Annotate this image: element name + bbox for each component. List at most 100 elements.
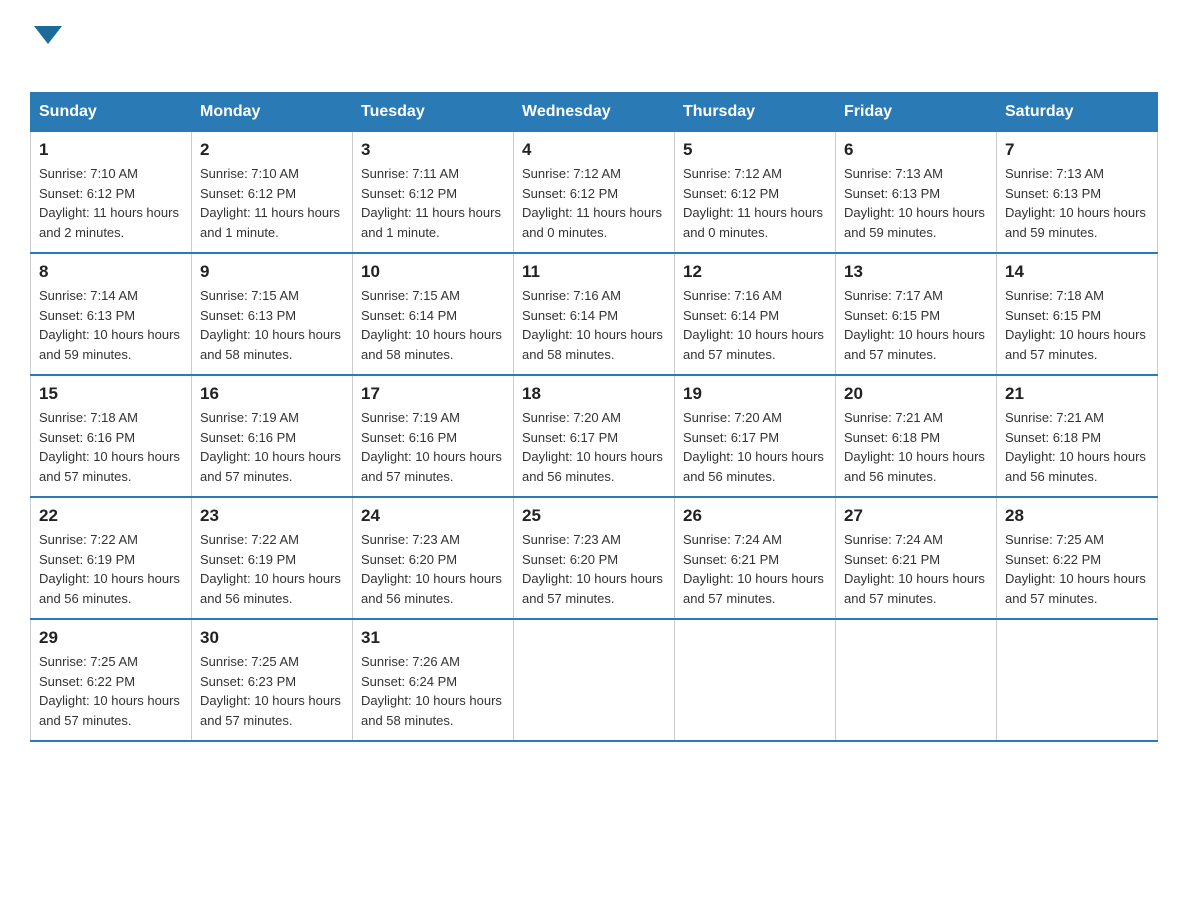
day-number: 23 — [200, 506, 344, 526]
daylight-minutes: and 0 minutes. — [522, 223, 666, 243]
day-number: 22 — [39, 506, 183, 526]
day-number: 24 — [361, 506, 505, 526]
calendar-cell: 3Sunrise: 7:11 AMSunset: 6:12 PMDaylight… — [353, 132, 514, 254]
day-number: 8 — [39, 262, 183, 282]
daylight-hours: Daylight: 10 hours hours — [200, 691, 344, 711]
daylight-hours: Daylight: 10 hours hours — [361, 447, 505, 467]
day-info: Sunrise: 7:22 AMSunset: 6:19 PMDaylight:… — [200, 530, 344, 608]
calendar-cell: 13Sunrise: 7:17 AMSunset: 6:15 PMDayligh… — [836, 253, 997, 375]
calendar-cell: 24Sunrise: 7:23 AMSunset: 6:20 PMDayligh… — [353, 497, 514, 619]
daylight-minutes: and 57 minutes. — [844, 589, 988, 609]
daylight-hours: Daylight: 10 hours hours — [200, 569, 344, 589]
sunrise-time: Sunrise: 7:22 AM — [39, 530, 183, 550]
sunrise-time: Sunrise: 7:20 AM — [683, 408, 827, 428]
daylight-hours: Daylight: 10 hours hours — [200, 447, 344, 467]
day-number: 5 — [683, 140, 827, 160]
sunrise-time: Sunrise: 7:15 AM — [200, 286, 344, 306]
calendar-cell: 28Sunrise: 7:25 AMSunset: 6:22 PMDayligh… — [997, 497, 1158, 619]
daylight-minutes: and 2 minutes. — [39, 223, 183, 243]
calendar-cell: 18Sunrise: 7:20 AMSunset: 6:17 PMDayligh… — [514, 375, 675, 497]
sunrise-time: Sunrise: 7:24 AM — [844, 530, 988, 550]
daylight-minutes: and 57 minutes. — [200, 711, 344, 731]
sunrise-time: Sunrise: 7:24 AM — [683, 530, 827, 550]
day-number: 13 — [844, 262, 988, 282]
day-info: Sunrise: 7:25 AMSunset: 6:23 PMDaylight:… — [200, 652, 344, 730]
day-number: 7 — [1005, 140, 1149, 160]
calendar-cell: 4Sunrise: 7:12 AMSunset: 6:12 PMDaylight… — [514, 132, 675, 254]
calendar-cell: 1Sunrise: 7:10 AMSunset: 6:12 PMDaylight… — [31, 132, 192, 254]
calendar-cell — [997, 619, 1158, 741]
sunrise-time: Sunrise: 7:15 AM — [361, 286, 505, 306]
daylight-hours: Daylight: 10 hours hours — [844, 569, 988, 589]
page-header: General — [30, 20, 1158, 72]
calendar-cell: 12Sunrise: 7:16 AMSunset: 6:14 PMDayligh… — [675, 253, 836, 375]
daylight-hours: Daylight: 10 hours hours — [522, 447, 666, 467]
sunrise-time: Sunrise: 7:16 AM — [522, 286, 666, 306]
daylight-hours: Daylight: 10 hours hours — [39, 569, 183, 589]
day-number: 2 — [200, 140, 344, 160]
day-number: 18 — [522, 384, 666, 404]
sunrise-time: Sunrise: 7:10 AM — [200, 164, 344, 184]
daylight-hours: Daylight: 10 hours hours — [844, 447, 988, 467]
day-number: 4 — [522, 140, 666, 160]
sunset-time: Sunset: 6:13 PM — [1005, 184, 1149, 204]
daylight-minutes: and 0 minutes. — [683, 223, 827, 243]
calendar-cell: 22Sunrise: 7:22 AMSunset: 6:19 PMDayligh… — [31, 497, 192, 619]
daylight-minutes: and 57 minutes. — [683, 345, 827, 365]
daylight-hours: Daylight: 10 hours hours — [1005, 569, 1149, 589]
day-info: Sunrise: 7:13 AMSunset: 6:13 PMDaylight:… — [1005, 164, 1149, 242]
daylight-hours: Daylight: 10 hours hours — [683, 447, 827, 467]
sunrise-time: Sunrise: 7:21 AM — [844, 408, 988, 428]
day-number: 6 — [844, 140, 988, 160]
daylight-minutes: and 56 minutes. — [683, 467, 827, 487]
sunrise-time: Sunrise: 7:26 AM — [361, 652, 505, 672]
daylight-hours: Daylight: 10 hours hours — [39, 447, 183, 467]
sunrise-time: Sunrise: 7:25 AM — [200, 652, 344, 672]
sunrise-time: Sunrise: 7:19 AM — [200, 408, 344, 428]
daylight-hours: Daylight: 11 hours hours — [39, 203, 183, 223]
calendar-cell: 8Sunrise: 7:14 AMSunset: 6:13 PMDaylight… — [31, 253, 192, 375]
daylight-minutes: and 57 minutes. — [39, 467, 183, 487]
daylight-hours: Daylight: 10 hours hours — [1005, 203, 1149, 223]
sunset-time: Sunset: 6:12 PM — [361, 184, 505, 204]
calendar-cell: 23 Sunrise: 7:22 AMSunset: 6:19 PMDayligh… — [192, 497, 353, 619]
weekday-header-saturday: Saturday — [997, 93, 1158, 132]
sunrise-time: Sunrise: 7:22 AM — [200, 530, 344, 550]
sunrise-time: Sunrise: 7:18 AM — [39, 408, 183, 428]
calendar-cell: 25Sunrise: 7:23 AMSunset: 6:20 PMDayligh… — [514, 497, 675, 619]
calendar-cell: 11Sunrise: 7:16 AMSunset: 6:14 PMDayligh… — [514, 253, 675, 375]
daylight-hours: Daylight: 10 hours hours — [1005, 325, 1149, 345]
daylight-hours: Daylight: 10 hours hours — [522, 569, 666, 589]
day-info: Sunrise: 7:19 AMSunset: 6:16 PMDaylight:… — [361, 408, 505, 486]
sunrise-time: Sunrise: 7:18 AM — [1005, 286, 1149, 306]
sunset-time: Sunset: 6:18 PM — [844, 428, 988, 448]
sunset-time: Sunset: 6:14 PM — [683, 306, 827, 326]
daylight-minutes: and 1 minute. — [361, 223, 505, 243]
day-info: Sunrise: 7:21 AMSunset: 6:18 PMDaylight:… — [844, 408, 988, 486]
daylight-minutes: and 56 minutes. — [200, 589, 344, 609]
sunset-time: Sunset: 6:13 PM — [844, 184, 988, 204]
calendar-cell: 21Sunrise: 7:21 AMSunset: 6:18 PMDayligh… — [997, 375, 1158, 497]
daylight-hours: Daylight: 10 hours hours — [683, 325, 827, 345]
sunrise-time: Sunrise: 7:23 AM — [361, 530, 505, 550]
weekday-header-friday: Friday — [836, 93, 997, 132]
sunset-time: Sunset: 6:12 PM — [39, 184, 183, 204]
daylight-minutes: and 56 minutes. — [522, 467, 666, 487]
sunrise-time: Sunrise: 7:10 AM — [39, 164, 183, 184]
sunset-time: Sunset: 6:12 PM — [200, 184, 344, 204]
day-info: Sunrise: 7:15 AMSunset: 6:14 PMDaylight:… — [361, 286, 505, 364]
day-info: Sunrise: 7:19 AMSunset: 6:16 PMDaylight:… — [200, 408, 344, 486]
calendar-week-row: 1Sunrise: 7:10 AMSunset: 6:12 PMDaylight… — [31, 132, 1158, 254]
day-number: 21 — [1005, 384, 1149, 404]
sunset-time: Sunset: 6:24 PM — [361, 672, 505, 692]
daylight-minutes: and 59 minutes. — [1005, 223, 1149, 243]
daylight-minutes: and 59 minutes. — [39, 345, 183, 365]
sunrise-time: Sunrise: 7:14 AM — [39, 286, 183, 306]
daylight-hours: Daylight: 10 hours hours — [361, 325, 505, 345]
calendar-cell — [514, 619, 675, 741]
sunrise-time: Sunrise: 7:25 AM — [39, 652, 183, 672]
sunset-time: Sunset: 6:23 PM — [200, 672, 344, 692]
calendar-cell: 27Sunrise: 7:24 AMSunset: 6:21 PMDayligh… — [836, 497, 997, 619]
calendar-cell — [836, 619, 997, 741]
day-number: 31 — [361, 628, 505, 648]
